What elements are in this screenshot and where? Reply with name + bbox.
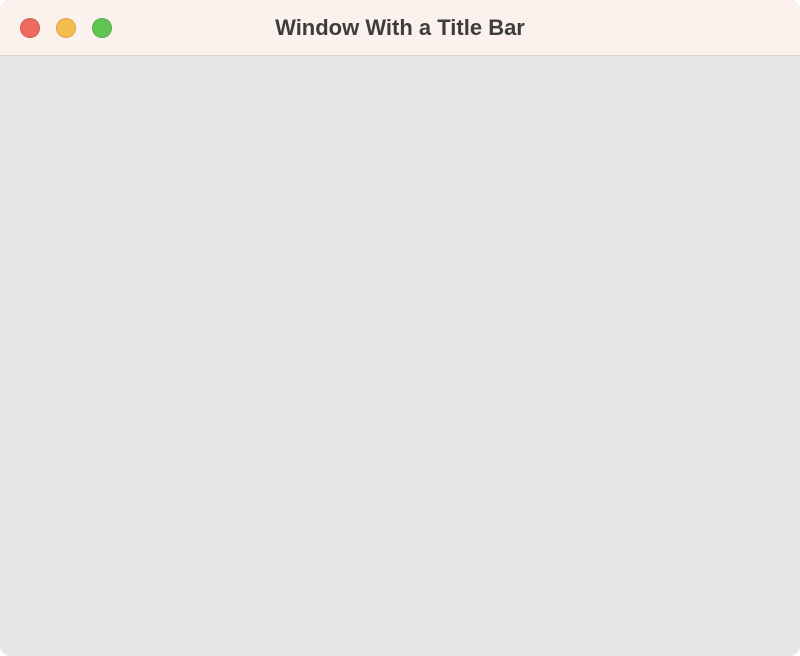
minimize-button[interactable]: [56, 18, 76, 38]
close-button[interactable]: [20, 18, 40, 38]
window-content: [0, 56, 800, 656]
titlebar[interactable]: Window With a Title Bar: [0, 0, 800, 56]
traffic-lights: [0, 18, 112, 38]
window-title: Window With a Title Bar: [275, 15, 525, 41]
maximize-button[interactable]: [92, 18, 112, 38]
window: Window With a Title Bar: [0, 0, 800, 656]
